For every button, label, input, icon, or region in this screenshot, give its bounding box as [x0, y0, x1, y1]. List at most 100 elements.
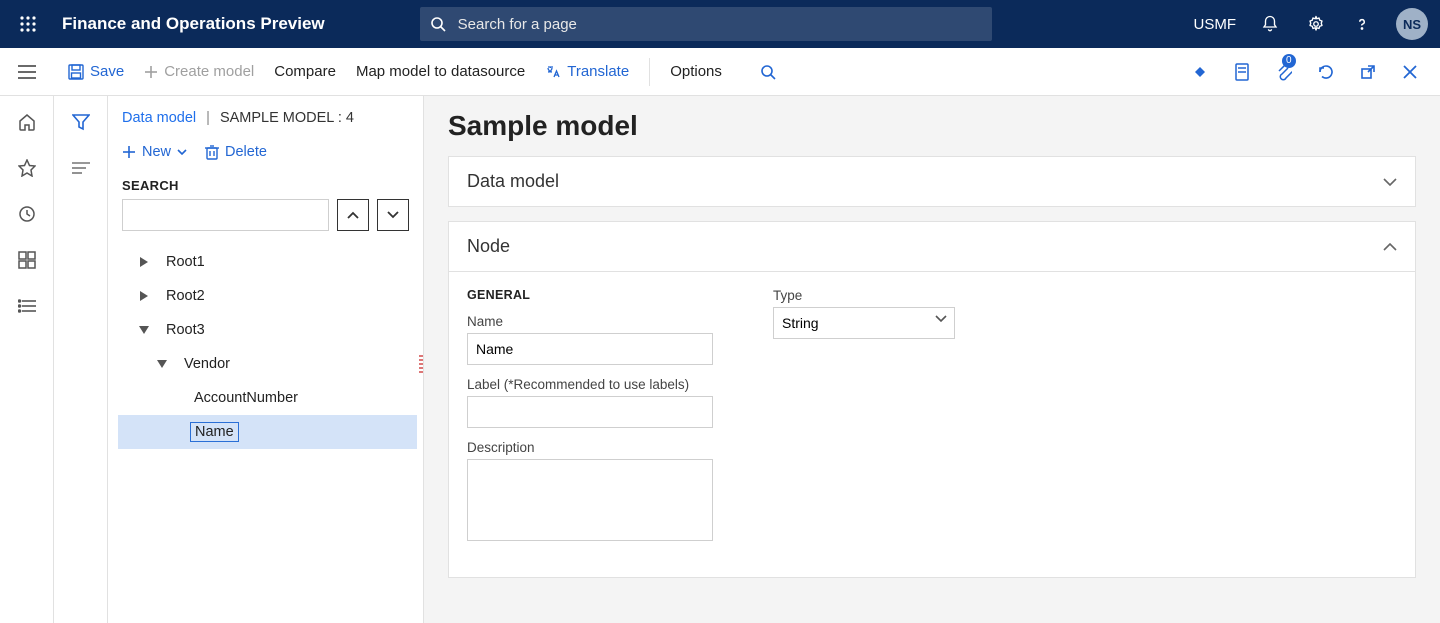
page-title: Sample model — [448, 110, 1416, 142]
filter-icon[interactable] — [69, 110, 93, 134]
section-general-label: GENERAL — [467, 288, 713, 302]
map-model-label: Map model to datasource — [356, 63, 525, 80]
name-field-label: Name — [467, 314, 713, 329]
delete-button[interactable]: Delete — [205, 144, 267, 160]
modules-icon[interactable] — [15, 294, 39, 318]
type-select[interactable] — [773, 307, 955, 339]
create-model-label: Create model — [164, 63, 254, 80]
card-title: Data model — [467, 171, 559, 192]
notifications-icon[interactable] — [1258, 12, 1282, 36]
options-button[interactable]: Options — [660, 63, 732, 80]
create-model-button: Create model — [134, 63, 264, 80]
plus-icon — [122, 145, 136, 159]
filter-rail — [54, 96, 108, 623]
compare-label: Compare — [274, 63, 336, 80]
breadcrumb-separator: | — [206, 110, 210, 126]
topbar: Finance and Operations Preview USMF NS — [0, 0, 1440, 48]
delete-label: Delete — [225, 144, 267, 160]
tree-label: AccountNumber — [190, 389, 302, 407]
options-label: Options — [670, 63, 722, 80]
action-bar: Save Create model Compare Map model to d… — [0, 48, 1440, 96]
collapse-icon[interactable] — [136, 322, 152, 338]
action-search-button[interactable] — [750, 64, 786, 80]
type-select-value[interactable] — [773, 307, 955, 339]
company-code[interactable]: USMF — [1194, 16, 1237, 33]
recent-icon[interactable] — [15, 202, 39, 226]
workspaces-icon[interactable] — [15, 248, 39, 272]
tree-node-root2[interactable]: Root2 — [118, 279, 417, 313]
trash-icon — [205, 144, 219, 160]
tree-node-name[interactable]: Name — [118, 415, 417, 449]
label-field-label: Label (*Recommended to use labels) — [467, 377, 713, 392]
plus-icon — [144, 65, 158, 79]
settings-icon[interactable] — [1304, 12, 1328, 36]
breadcrumb-link[interactable]: Data model — [122, 110, 196, 126]
tree-node-root1[interactable]: Root1 — [118, 245, 417, 279]
popout-icon[interactable] — [1356, 60, 1380, 84]
description-field-label: Description — [467, 440, 713, 455]
chevron-up-icon — [1383, 243, 1397, 251]
tree-label: Root3 — [162, 321, 209, 339]
search-prev-button[interactable] — [337, 199, 369, 231]
label-input[interactable] — [467, 396, 713, 428]
search-icon — [760, 64, 776, 80]
connector-icon[interactable] — [1188, 60, 1212, 84]
chevron-down-icon — [1383, 178, 1397, 186]
search-icon — [430, 16, 446, 32]
compare-button[interactable]: Compare — [264, 63, 346, 80]
expand-icon[interactable] — [136, 254, 152, 270]
search-label: SEARCH — [122, 178, 409, 193]
translate-button[interactable]: Translate — [535, 63, 639, 80]
tree-node-root3[interactable]: Root3 — [118, 313, 417, 347]
side-panel: Data model | SAMPLE MODEL : 4 New Delete… — [108, 96, 424, 623]
global-search-input[interactable] — [456, 15, 982, 34]
model-tree: Root1 Root2 Root3 Vendor AccountNumber — [114, 231, 417, 449]
refresh-icon[interactable] — [1314, 60, 1338, 84]
chevron-up-icon — [347, 211, 359, 219]
card-node: Node GENERAL Name Label (*Recommended to… — [448, 221, 1416, 578]
tree-label: Vendor — [180, 355, 234, 373]
save-label: Save — [90, 63, 124, 80]
card-header-data-model[interactable]: Data model — [449, 157, 1415, 206]
tree-label: Root1 — [162, 253, 209, 271]
app-launcher-icon[interactable] — [12, 8, 44, 40]
favorites-icon[interactable] — [15, 156, 39, 180]
breadcrumb: Data model | SAMPLE MODEL : 4 — [114, 110, 417, 126]
attachments-icon[interactable]: 0 — [1272, 60, 1296, 84]
description-input[interactable] — [467, 459, 713, 541]
tree-node-accountnumber[interactable]: AccountNumber — [118, 381, 417, 415]
list-toggle-icon[interactable] — [69, 156, 93, 180]
new-label: New — [142, 144, 171, 160]
card-header-node[interactable]: Node — [449, 222, 1415, 271]
expand-icon[interactable] — [136, 288, 152, 304]
name-input[interactable] — [467, 333, 713, 365]
attachments-badge: 0 — [1282, 54, 1296, 68]
save-button[interactable]: Save — [58, 63, 134, 80]
chevron-down-icon — [387, 211, 399, 219]
search-next-button[interactable] — [377, 199, 409, 231]
global-search[interactable] — [420, 7, 992, 41]
home-icon[interactable] — [15, 110, 39, 134]
close-icon[interactable] — [1398, 60, 1422, 84]
tree-label: Name — [190, 422, 239, 442]
new-button[interactable]: New — [122, 144, 187, 160]
app-title: Finance and Operations Preview — [62, 14, 325, 34]
help-icon[interactable] — [1350, 12, 1374, 36]
translate-icon — [545, 64, 561, 80]
user-avatar[interactable]: NS — [1396, 8, 1428, 40]
hamburger-icon[interactable] — [18, 65, 38, 79]
type-field-label: Type — [773, 288, 955, 303]
tree-search-input[interactable] — [122, 199, 329, 231]
tree-node-vendor[interactable]: Vendor — [118, 347, 417, 381]
tree-label: Root2 — [162, 287, 209, 305]
left-nav-rail — [0, 96, 54, 623]
card-title: Node — [467, 236, 510, 257]
card-data-model: Data model — [448, 156, 1416, 207]
chevron-down-icon — [177, 149, 187, 155]
main-content: Sample model Data model Node GENERAL Nam… — [424, 96, 1440, 623]
translate-label: Translate — [567, 63, 629, 80]
map-model-button[interactable]: Map model to datasource — [346, 63, 535, 80]
page-icon[interactable] — [1230, 60, 1254, 84]
save-icon — [68, 64, 84, 80]
collapse-icon[interactable] — [154, 356, 170, 372]
